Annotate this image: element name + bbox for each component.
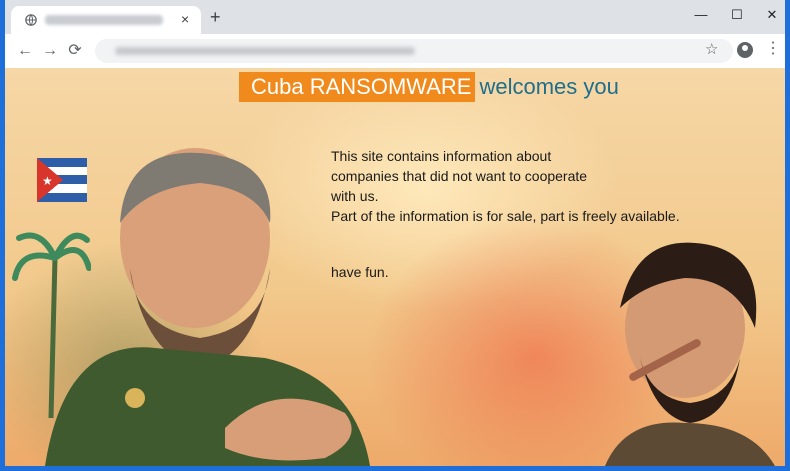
globe-icon	[25, 14, 37, 26]
ransom-message: This site contains information about com…	[331, 146, 691, 226]
message-line: with us.	[331, 188, 379, 204]
closing-text: have fun.	[331, 264, 389, 280]
back-arrow-icon[interactable]: ←	[16, 42, 34, 60]
new-tab-button[interactable]: +	[210, 8, 221, 26]
tab-title-redacted	[45, 15, 163, 25]
headline-welcome: welcomes you	[479, 74, 619, 99]
browser-toolbar: ← → ⟳ ☆ ⋮	[5, 34, 785, 69]
forward-arrow-icon[interactable]: →	[41, 42, 59, 60]
message-line: This site contains information about	[331, 148, 552, 164]
page-headline: Cuba RANSOMWARE welcomes you	[239, 72, 619, 102]
ransom-page: ★ Cuba RANSOMWARE welcomes you This site …	[5, 68, 785, 466]
maximize-button[interactable]: ☐	[727, 6, 747, 24]
tab-close-icon[interactable]: ×	[181, 11, 189, 27]
portrait-illustration-right	[605, 242, 775, 466]
browser-window: × + — ☐ ✕ ← → ⟳ ☆ ⋮ ★ Cuba RANSOMWARE we…	[0, 0, 790, 471]
kebab-menu-icon[interactable]: ⋮	[765, 40, 781, 58]
headline-ransomware-name: Cuba RANSOMWARE	[239, 72, 476, 102]
star-icon[interactable]: ☆	[705, 41, 718, 59]
message-line: companies that did not want to cooperate	[331, 168, 588, 184]
title-bar: × + — ☐ ✕	[5, 0, 785, 34]
url-redacted	[115, 47, 415, 55]
account-icon[interactable]	[737, 42, 753, 58]
browser-tab[interactable]: ×	[11, 6, 201, 34]
minimize-button[interactable]: —	[691, 6, 711, 24]
close-window-button[interactable]: ✕	[762, 6, 782, 24]
reload-icon[interactable]: ⟳	[66, 42, 84, 60]
address-bar[interactable]	[95, 39, 733, 63]
message-line: Part of the information is for sale, par…	[331, 208, 680, 224]
